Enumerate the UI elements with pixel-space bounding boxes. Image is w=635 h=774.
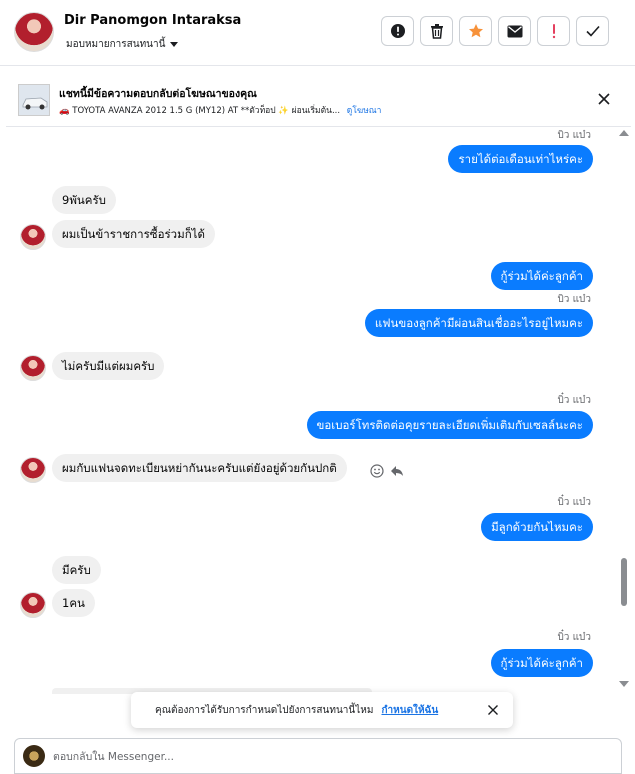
- sender-name: บิ๋ว แบ๋ว: [557, 497, 591, 508]
- message-bubble-outgoing[interactable]: กู้ร่วมได้ค่ะลูกค้า: [490, 649, 593, 677]
- assign-prompt-toast: คุณต้องการได้รับการกำหนดไปยังการสนทนานี้…: [131, 692, 513, 728]
- reply-icon[interactable]: [390, 465, 404, 477]
- report-button[interactable]: [381, 16, 414, 46]
- trash-icon: [430, 24, 443, 39]
- mark-unread-button[interactable]: [498, 16, 531, 46]
- ad-title: แชทนี้มีข้อความตอบกลับต่อโฆษณาของคุณ: [59, 88, 257, 100]
- envelope-icon: [507, 25, 522, 37]
- chevron-down-icon: [170, 42, 179, 47]
- reply-composer: [14, 738, 622, 774]
- message-bubble-incoming[interactable]: 9พันครับ: [52, 186, 116, 214]
- message-bubble-outgoing[interactable]: กู้ร่วมได้ค่ะลูกค้า: [490, 262, 593, 290]
- message-bubble-outgoing[interactable]: มีลูกด้วยกันไหมคะ: [481, 513, 593, 541]
- sender-name: บิ๋ว แบ๋ว: [557, 632, 591, 643]
- contact-avatar: [20, 224, 46, 250]
- contact-avatar: [20, 457, 46, 483]
- message-bubble-incoming[interactable]: 1คน: [52, 589, 95, 617]
- ad-description: 🚗 TOYOTA AVANZA 2012 1.5 G (MY12) AT **ต…: [59, 106, 341, 116]
- exclamation-icon: [552, 24, 555, 39]
- star-button[interactable]: [459, 16, 492, 46]
- message-bubble-incoming[interactable]: ผมเป็นข้าราชการซื้อร่วมก็ได้: [52, 220, 215, 248]
- thread-scrollbar[interactable]: [619, 128, 629, 694]
- scroll-down-arrow-icon[interactable]: [619, 681, 629, 687]
- scroll-up-arrow-icon[interactable]: [619, 130, 629, 136]
- assign-label: มอบหมายการสนทนานี้: [66, 39, 166, 50]
- message-bubble-incoming[interactable]: มีครับ: [52, 556, 101, 584]
- view-ad-link[interactable]: ดูโฆษณา: [347, 106, 382, 116]
- assign-to-me-link[interactable]: กำหนดให้ฉัน: [381, 703, 438, 718]
- contact-name[interactable]: Dir Panomgon Intaraksa: [64, 13, 241, 28]
- contact-avatar: [20, 592, 46, 618]
- reply-input[interactable]: [53, 748, 593, 766]
- message-actions: [370, 464, 404, 478]
- sender-name: บิ๋ว แบ๋ว: [557, 395, 591, 406]
- page-avatar: [23, 745, 45, 767]
- contact-avatar: [20, 355, 46, 381]
- message-bubble-outgoing[interactable]: ขอเบอร์โทรติดต่อคุยรายละเอียดเพิ่มเติมกั…: [306, 411, 593, 439]
- close-icon[interactable]: [597, 92, 611, 106]
- conversation-header: Dir Panomgon Intaraksa มอบหมายการสนทนานี…: [0, 0, 635, 66]
- ad-subtitle: 🚗 TOYOTA AVANZA 2012 1.5 G (MY12) AT **ต…: [59, 103, 381, 117]
- ad-reply-banner: แชทนี้มีข้อความตอบกลับต่อโฆษณาของคุณ 🚗 T…: [6, 72, 631, 127]
- toast-message: คุณต้องการได้รับการกำหนดไปยังการสนทนานี้…: [155, 704, 374, 716]
- message-thread[interactable]: บิว แบ๋ว รายได้ต่อเดือนเท่าไหร่คะ 9พันคร…: [0, 128, 635, 694]
- delete-button[interactable]: [420, 16, 453, 46]
- star-icon: [468, 24, 483, 38]
- message-bubble-outgoing[interactable]: รายได้ต่อเดือนเท่าไหร่คะ: [448, 145, 593, 173]
- ad-thumbnail[interactable]: [18, 84, 50, 116]
- car-image-icon: [19, 85, 49, 115]
- message-bubble-incoming[interactable]: ผมกับแฟนจดทะเบียนหย่ากันนะครับแต่ยังอยู่…: [52, 454, 347, 482]
- scrollbar-thumb[interactable]: [621, 558, 627, 606]
- mark-done-button[interactable]: [576, 16, 609, 46]
- assign-conversation-dropdown[interactable]: มอบหมายการสนทนานี้: [66, 37, 179, 52]
- contact-avatar[interactable]: [14, 12, 54, 52]
- message-bubble-outgoing[interactable]: แฟนของลูกค้ามีผ่อนสินเชื่ออะไรอยู่ไหมคะ: [364, 309, 593, 337]
- sender-name: บิว แบ๋ว: [557, 294, 591, 305]
- alert-circle-icon: [390, 24, 405, 38]
- conversation-toolbar: [381, 16, 609, 46]
- checkmark-icon: [585, 25, 600, 37]
- mark-important-button[interactable]: [537, 16, 570, 46]
- sender-name: บิว แบ๋ว: [557, 130, 591, 141]
- message-bubble-incoming[interactable]: ไม่ครับมีแต่ผมครับ: [52, 352, 165, 380]
- react-emoji-icon[interactable]: [370, 464, 384, 478]
- close-icon[interactable]: [487, 704, 499, 716]
